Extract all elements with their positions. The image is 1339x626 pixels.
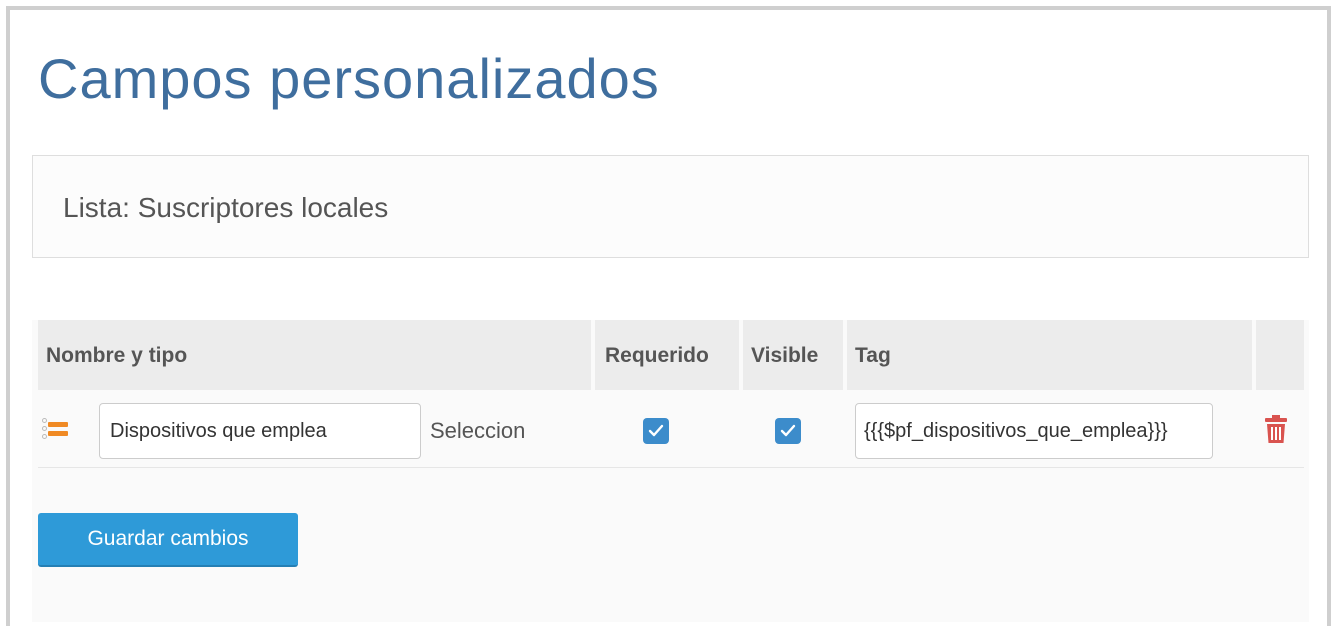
field-type: Seleccion: [430, 418, 526, 443]
header-actions-cell: [1256, 320, 1304, 390]
row-divider: [38, 467, 1304, 468]
page-title: Campos personalizados: [38, 47, 660, 110]
custom-fields-page: Campos personalizados Lista: Suscriptore…: [6, 6, 1331, 626]
header-tag-cell: Tag: [847, 320, 1252, 390]
trash-icon[interactable]: [1263, 414, 1289, 444]
header-name-type: Nombre y tipo: [46, 344, 188, 367]
drag-handle-icon[interactable]: [42, 418, 68, 440]
save-changes-button[interactable]: Guardar cambios: [38, 513, 298, 567]
header-visible: Visible: [751, 344, 819, 367]
list-info-box: Lista: Suscriptores locales: [32, 155, 1309, 258]
field-tag-input[interactable]: [855, 403, 1213, 459]
header-name-type-cell: Nombre y tipo: [38, 320, 591, 390]
header-required-cell: Requerido: [595, 320, 739, 390]
visible-checkbox[interactable]: [775, 418, 801, 444]
check-icon: [648, 424, 664, 437]
header-required: Requerido: [605, 344, 709, 367]
check-icon: [780, 424, 796, 437]
header-visible-cell: Visible: [743, 320, 843, 390]
table-header: Nombre y tipo Requerido Visible Tag: [38, 320, 1304, 390]
field-name-input[interactable]: [99, 403, 421, 459]
list-label: Lista: Suscriptores locales: [63, 192, 389, 223]
required-checkbox[interactable]: [643, 418, 669, 444]
header-tag: Tag: [855, 344, 891, 367]
fields-panel: Nombre y tipo Requerido Visible Tag Sele…: [32, 320, 1309, 622]
